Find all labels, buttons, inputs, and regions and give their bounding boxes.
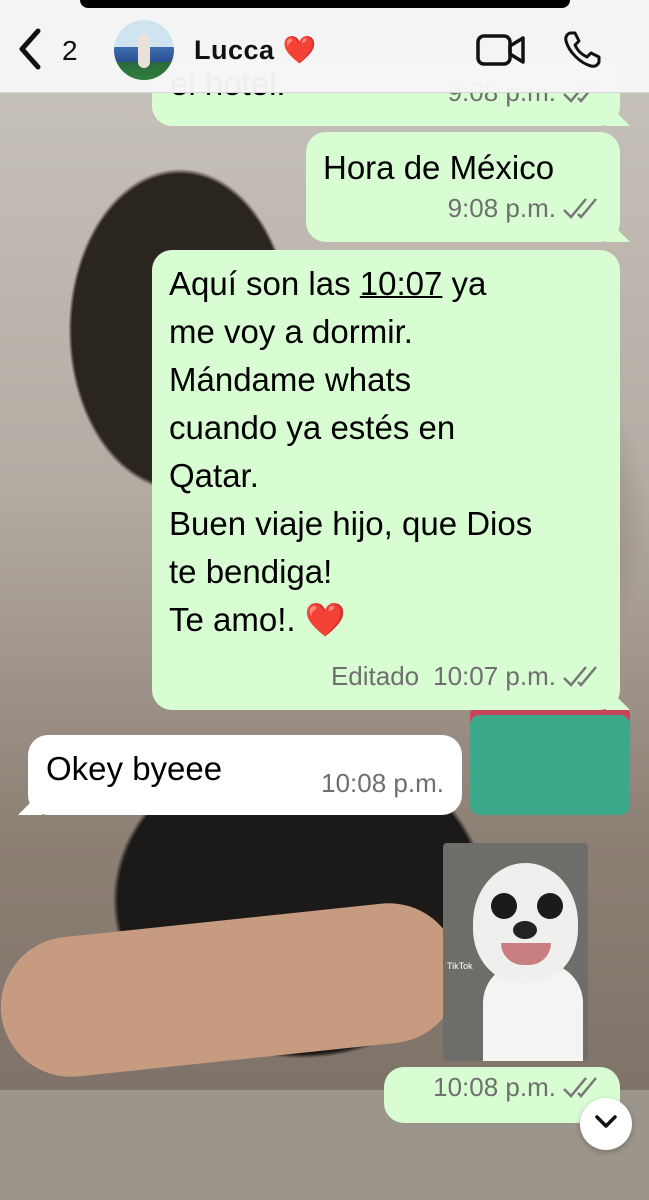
contact-name-text: Lucca [194, 35, 275, 65]
double-check-icon [562, 664, 602, 688]
message-text: Okey byeee [46, 750, 223, 787]
edited-label: Editado [330, 661, 420, 691]
chevron-left-icon [14, 27, 44, 76]
message-bubble[interactable]: Aquí son las 10:07 ya me voy a dormir. M… [152, 250, 630, 710]
wallpaper-sleeve [470, 715, 630, 815]
tiktok-watermark: TikTok [447, 961, 473, 971]
dog-eye [491, 893, 517, 919]
scroll-down-button[interactable] [580, 1098, 632, 1150]
message-meta: Editado 10:07 p.m. [331, 652, 602, 700]
wallpaper-arm [0, 896, 467, 1084]
voice-call-button[interactable] [562, 30, 602, 70]
dog-head [473, 863, 578, 983]
message-text: Aquí son las 10:07 ya me voy a dormir. M… [169, 260, 609, 644]
message-time: 10:08 p.m. [433, 1072, 556, 1102]
message-bubble[interactable]: Okey byeee 10:08 p.m. [18, 735, 462, 815]
video-thumbnail[interactable]: TikTok [443, 843, 588, 1061]
dog-mouth [501, 943, 551, 965]
message-time: 10:08 p.m. [321, 768, 444, 798]
video-camera-icon [476, 34, 526, 72]
message-meta: 10:08 p.m. [433, 1063, 602, 1111]
message-bubble[interactable]: Hora de México 9:08 p.m. [306, 132, 630, 242]
chevron-down-icon [594, 1114, 618, 1135]
time-link[interactable]: 10:07 [360, 265, 443, 302]
video-call-button[interactable] [476, 32, 526, 68]
heart-emoji: ❤️ [304, 601, 346, 638]
message-text-part: ya me voy a dormir. Mándame whats cuando… [169, 265, 533, 638]
device-notch [80, 0, 570, 8]
contact-name[interactable]: Lucca ❤️ [194, 34, 317, 66]
message-text-part: Aquí son las [169, 265, 360, 302]
message-meta: 9:08 p.m. [448, 184, 602, 232]
dog-nose [513, 921, 537, 939]
double-check-icon [562, 1075, 602, 1099]
dog-eye [537, 893, 563, 919]
avatar-figure [138, 34, 150, 68]
unread-count: 2 [62, 35, 78, 66]
phone-icon [562, 31, 602, 74]
avatar[interactable] [114, 20, 174, 80]
back-button[interactable]: 2 [14, 28, 84, 74]
message-meta: 10:08 p.m. [321, 759, 444, 807]
message-time: 9:08 p.m. [447, 193, 556, 223]
message-time: 10:07 p.m. [433, 661, 556, 691]
double-check-icon [562, 196, 602, 220]
heart-emoji: ❤️ [282, 35, 317, 65]
chat-header: 2 Lucca ❤️ [0, 0, 649, 93]
